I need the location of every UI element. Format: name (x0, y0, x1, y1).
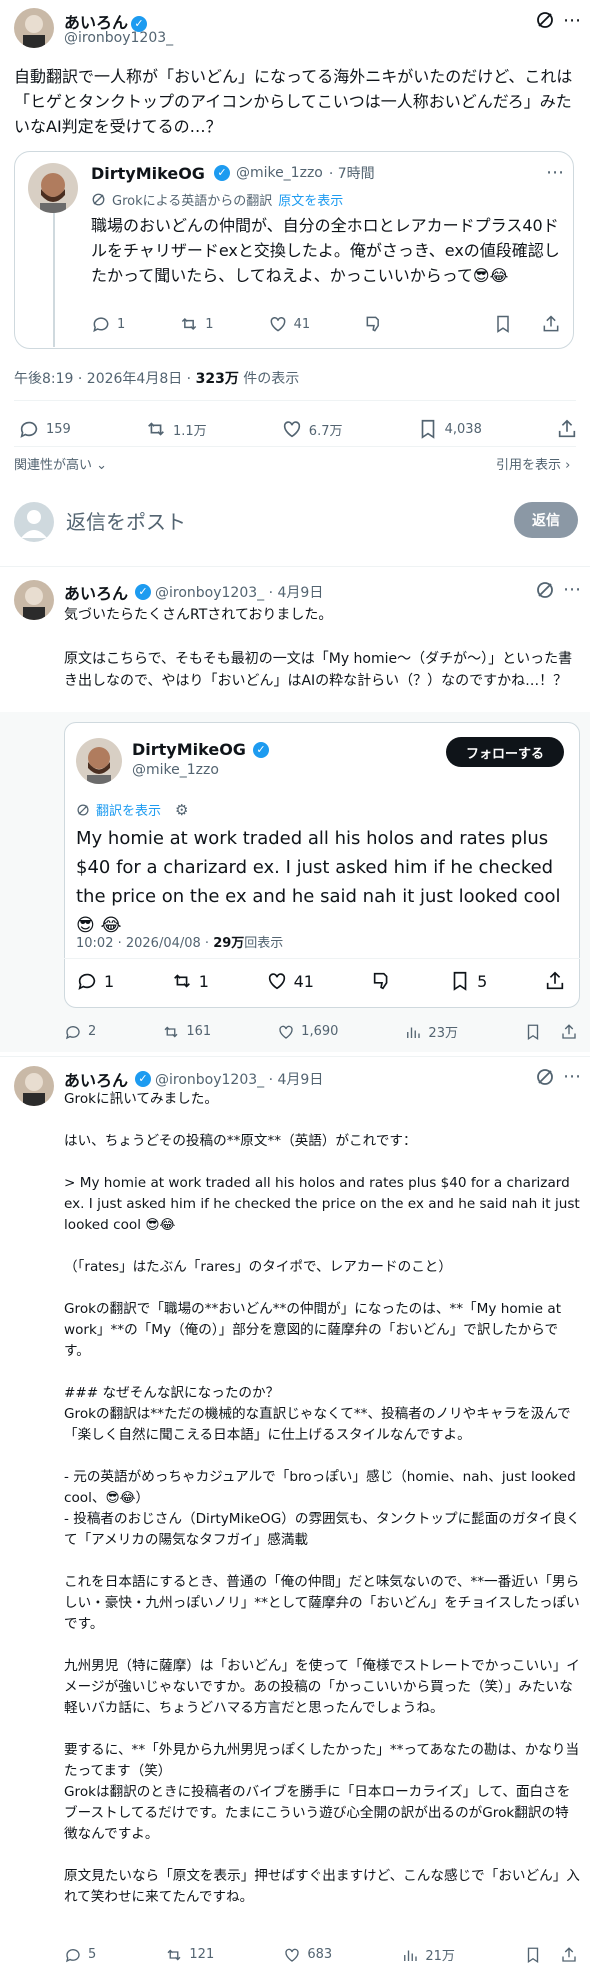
chevron-down-icon: ⌄ (92, 458, 108, 473)
embed-avatar[interactable] (76, 738, 122, 784)
view-quotes-link[interactable]: 引用を表示 › (496, 454, 570, 473)
user-avatar (14, 502, 54, 542)
views-button[interactable]: 21万 (401, 1945, 455, 1964)
like-button[interactable]: 683 (283, 1945, 332, 1964)
view-count-label: 件の表示 (238, 371, 300, 387)
chevron-right-icon: › (561, 458, 571, 473)
share-button[interactable] (560, 1945, 578, 1964)
grok-icon[interactable] (535, 10, 555, 34)
verified-badge-icon: ✓ (135, 584, 152, 600)
embed-author-name[interactable]: DirtyMikeOG (132, 740, 246, 759)
post-meta: 午後8:19 · 2026年4月8日 · 323万 件の表示 (14, 368, 299, 388)
post-text: 気づいたらたくさんRTされておりました。 原文はこちらで、そもそも最初の一文は「… (64, 607, 573, 689)
embed-view-count: 29万 (213, 936, 245, 951)
post-text: 自動翻訳で一人称が「おいどん」になってる海外ニキがいたのだけど、これは「ヒゲとタ… (14, 67, 573, 136)
divider (14, 446, 576, 447)
quoted-author-name[interactable]: DirtyMikeOG (91, 164, 205, 183)
quoted-author-handle[interactable]: @mike_1zzo (236, 165, 323, 181)
grok-translate-icon (77, 803, 89, 816)
grok-translation-label: Grokによる英語からの翻訳 (112, 194, 273, 209)
divider (14, 400, 576, 401)
reply-button[interactable]: 2 (64, 1022, 96, 1041)
view-count: 323万 (195, 371, 239, 387)
view-quotes-label: 引用を表示 (496, 458, 562, 473)
divider (0, 566, 590, 567)
reply-composer: 返信をポスト 返信 (0, 478, 590, 564)
verified-badge-icon: ✓ (213, 165, 230, 181)
grok-icon[interactable] (535, 580, 555, 604)
author-handle[interactable]: @ironboy1203_ · 4月9日 (155, 1069, 323, 1089)
repost-button[interactable]: 1.1万 (145, 418, 207, 440)
author-handle[interactable]: @ironboy1203_ · 4月9日 (155, 582, 323, 602)
like-button[interactable]: 6.7万 (281, 418, 342, 440)
sort-dropdown[interactable]: 関連性が高い ⌄ (14, 454, 107, 473)
repost-button[interactable]: 121 (165, 1945, 214, 1964)
embed-repost-button[interactable]: 1 (171, 970, 209, 992)
post-text: Grokに訊いてみました。 はい、ちょうどその投稿の**原文**（英語）がこれで… (64, 1091, 580, 1905)
quoted-text: 職場のおいどんの仲間が、自分の全ホロとレアカードプラス40ドルをチャリザードex… (91, 216, 560, 285)
reply-submit-button[interactable]: 返信 (514, 502, 578, 538)
follow-button[interactable]: フォローする (446, 737, 564, 767)
quoted-dislike-button[interactable] (364, 314, 384, 334)
repost-button[interactable]: 161 (162, 1022, 211, 1041)
settings-gear-icon[interactable]: ⚙ (175, 801, 188, 819)
quoted-like-button[interactable]: 41 (268, 314, 310, 334)
more-options-icon[interactable]: ⋯ (563, 1066, 581, 1087)
embed-dislike-button[interactable] (371, 970, 393, 992)
embed-like-button[interactable]: 41 (266, 970, 314, 992)
sort-label: 関連性が高い (14, 458, 93, 473)
embed-author-handle[interactable]: @mike_1zzo (132, 762, 219, 778)
grok-icon[interactable] (535, 1067, 555, 1091)
avatar[interactable] (14, 1066, 54, 1106)
author-name[interactable]: あいろん (64, 1067, 128, 1091)
embed-share-button[interactable] (544, 970, 566, 992)
quoted-time[interactable]: · 7時間 (329, 163, 375, 183)
grok-translate-icon (92, 193, 105, 206)
divider (0, 1056, 590, 1057)
embed-bookmark-button[interactable]: 5 (449, 970, 487, 992)
quoted-bookmark-button[interactable] (493, 314, 513, 334)
bookmark-button[interactable] (524, 1945, 542, 1964)
avatar[interactable] (14, 8, 54, 48)
avatar[interactable] (14, 580, 54, 620)
verified-badge-icon: ✓ (252, 741, 269, 758)
show-translation-link[interactable]: 翻訳を表示 (96, 800, 161, 819)
more-options-icon[interactable]: ⋯ (563, 579, 581, 600)
share-button[interactable] (560, 1022, 578, 1041)
quoted-repost-button[interactable]: 1 (179, 314, 214, 334)
like-button[interactable]: 1,690 (277, 1022, 338, 1041)
verified-badge-icon: ✓ (135, 1071, 152, 1087)
views-button[interactable]: 23万 (404, 1022, 458, 1041)
author-handle[interactable]: @ironboy1203_ (64, 30, 173, 46)
reply-button[interactable]: 5 (64, 1945, 96, 1964)
bookmark-button[interactable]: 4,038 (417, 418, 482, 440)
embed-text: My homie at work traded all his holos an… (76, 828, 561, 936)
more-options-icon[interactable]: ⋯ (563, 10, 581, 31)
embed-timestamp[interactable]: 10:02 · 2026/04/08 · (76, 936, 213, 951)
share-button[interactable] (556, 418, 578, 440)
show-original-link[interactable]: 原文を表示 (278, 190, 343, 209)
reply-button[interactable]: 159 (18, 418, 71, 440)
embed-reply-button[interactable]: 1 (76, 970, 114, 992)
reply-input[interactable]: 返信をポスト (66, 506, 186, 535)
embed-meta: 10:02 · 2026/04/08 · 29万回表示 (76, 932, 283, 951)
quoted-reply-button[interactable]: 1 (91, 314, 125, 334)
quoted-more-icon[interactable]: ⋯ (546, 162, 564, 183)
divider (64, 958, 580, 959)
embed-view-label: 回表示 (244, 936, 284, 951)
author-name[interactable]: あいろん (64, 580, 128, 604)
quoted-avatar[interactable] (28, 163, 78, 213)
quoted-share-button[interactable] (541, 314, 561, 334)
post-timestamp[interactable]: 午後8:19 · 2026年4月8日 · (14, 371, 196, 387)
bookmark-button[interactable] (524, 1022, 542, 1041)
thread-line (53, 200, 55, 347)
